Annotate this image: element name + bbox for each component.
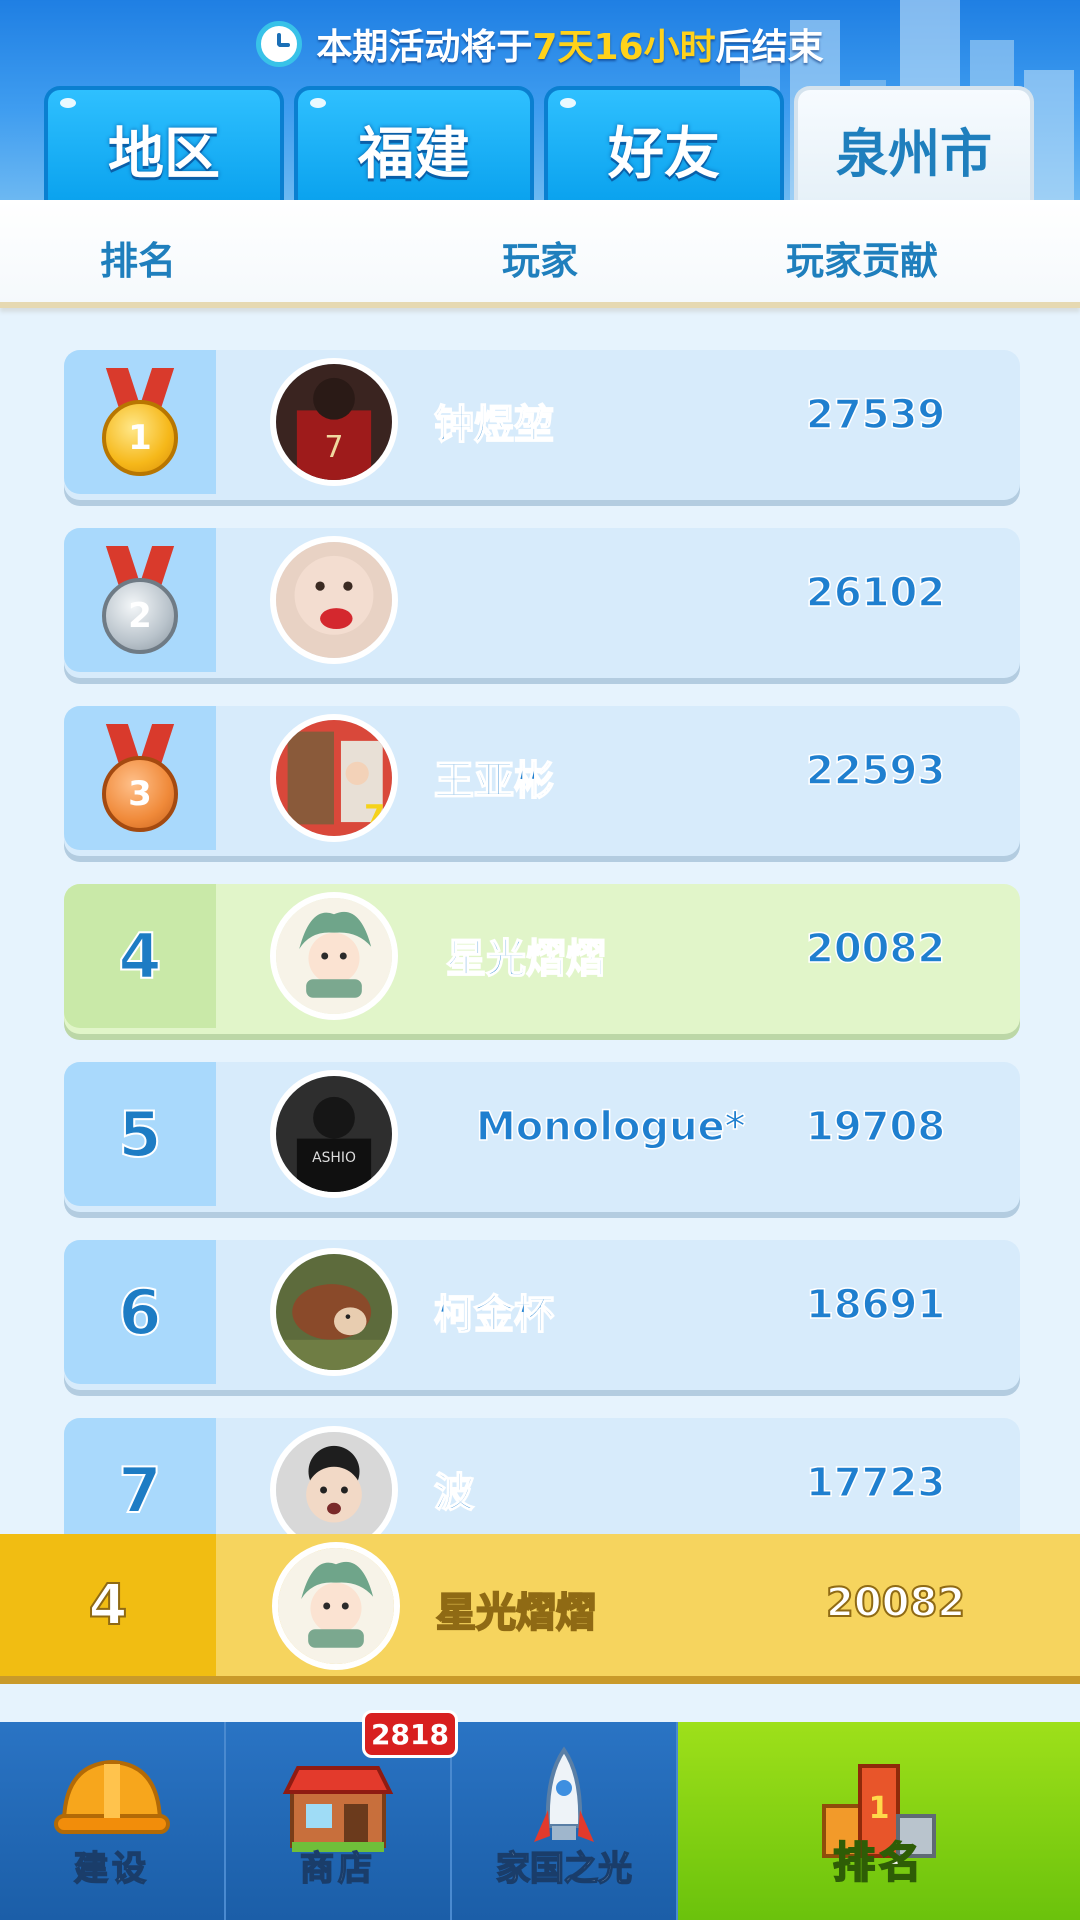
timer-suffix: 后结束: [715, 27, 824, 68]
avatar[interactable]: [270, 1248, 398, 1376]
player-name: Monologue*: [475, 1103, 746, 1151]
rank-number: 7: [117, 1453, 162, 1528]
ranking-row[interactable]: 6 柯金杯 18691: [64, 1240, 1020, 1390]
ranking-row-self[interactable]: 4 星光熠熠 20082: [64, 884, 1020, 1034]
player-name: 波: [433, 1469, 475, 1517]
rank-cell: 2: [64, 528, 216, 672]
tab-quanzhou[interactable]: 泉州市: [794, 86, 1034, 202]
svg-text:7: 7: [324, 430, 343, 465]
rank-cell: 7: [64, 1418, 216, 1534]
timer-remaining: 7天16小时: [532, 27, 716, 68]
player-name: 钟煜堃: [433, 401, 555, 449]
avatar[interactable]: [270, 1426, 398, 1534]
player-score: 17723: [805, 1459, 946, 1507]
rank-number: 4: [117, 919, 162, 994]
avatar[interactable]: 79: [270, 714, 398, 842]
my-rank-bar[interactable]: 4 星光熠熠 20082: [0, 1534, 1080, 1684]
header-contribution: 玩家贡献: [786, 239, 939, 283]
clock-icon: [256, 21, 303, 67]
shop-icon: [282, 1766, 394, 1852]
rank-cell: 1: [64, 350, 216, 494]
shop-notification-badge: 2818: [362, 1710, 458, 1758]
rank-cell: 5: [64, 1062, 216, 1206]
ranking-row[interactable]: 3 79 王亚彬 22593: [64, 706, 1020, 856]
player-score: 22593: [805, 747, 946, 795]
header-rank: 排名: [100, 239, 177, 283]
rank-number: 6: [117, 1275, 162, 1350]
player-name: 柯金杯: [433, 1291, 555, 1339]
player-name: 王亚彬: [433, 757, 555, 805]
player-score: 19708: [805, 1103, 946, 1151]
avatar[interactable]: ASHIO: [270, 1070, 398, 1198]
nav-ranking[interactable]: 1 排名: [678, 1722, 1080, 1920]
rank-number: 5: [117, 1097, 162, 1172]
svg-text:1: 1: [869, 1791, 890, 1826]
ranking-list[interactable]: 1 7 钟煜堃 27539 2 26102 3 7 王亚彬 22593 4 星光…: [64, 350, 1020, 1534]
nav-homeland[interactable]: 家国之光: [452, 1722, 678, 1920]
bronze-medal-icon: 3: [100, 724, 180, 832]
header-player: 玩家: [502, 239, 579, 283]
gold-medal-icon: 1: [100, 368, 180, 476]
tab-region[interactable]: 地区: [44, 86, 284, 202]
svg-text:79: 79: [364, 800, 392, 835]
nav-build[interactable]: 建设: [0, 1722, 226, 1920]
my-rank-number: 4: [88, 1572, 129, 1639]
ranking-row[interactable]: 7 波 17723: [64, 1418, 1020, 1534]
nav-build-label: 建设: [73, 1848, 150, 1890]
rank-cell: 4: [64, 884, 216, 1028]
region-tabs: 地区 福建 好友 泉州市: [44, 86, 1044, 202]
event-timer: 本期活动将于7天16小时后结束: [0, 14, 1080, 74]
avatar[interactable]: [270, 892, 398, 1020]
my-player-name: 星光熠熠: [435, 1589, 597, 1637]
rank-cell: 3: [64, 706, 216, 850]
avatar[interactable]: 7: [270, 358, 398, 486]
tab-friends[interactable]: 好友: [544, 86, 784, 202]
my-player-score: 20082: [825, 1579, 966, 1627]
player-score: 20082: [805, 925, 946, 973]
my-avatar[interactable]: [272, 1542, 400, 1670]
rank-cell: 6: [64, 1240, 216, 1384]
ranking-row[interactable]: 5 ASHIO Monologue* 19708: [64, 1062, 1020, 1212]
nav-shop-label: 商店: [299, 1848, 376, 1890]
silver-medal-icon: 2: [100, 546, 180, 654]
avatar[interactable]: [270, 536, 398, 664]
timer-prefix: 本期活动将于: [316, 27, 533, 68]
player-score: 18691: [805, 1281, 946, 1329]
player-name: 星光熠熠: [445, 935, 607, 983]
bottom-nav: 建设 商店 家国之光 1 排名: [0, 1722, 1080, 1920]
tab-fujian[interactable]: 福建: [294, 86, 534, 202]
player-score: 26102: [805, 569, 946, 617]
hard-hat-icon: [54, 1759, 170, 1834]
column-header: 排名 玩家 玩家贡献: [0, 200, 1080, 308]
ranking-row[interactable]: 2 26102: [64, 528, 1020, 678]
nav-homeland-label: 家国之光: [495, 1848, 633, 1890]
nav-ranking-label: 排名: [832, 1837, 925, 1888]
ranking-row[interactable]: 1 7 钟煜堃 27539: [64, 350, 1020, 500]
my-rank-cell: 4: [0, 1534, 216, 1676]
svg-text:ASHIO: ASHIO: [312, 1150, 356, 1166]
player-score: 27539: [805, 391, 946, 439]
